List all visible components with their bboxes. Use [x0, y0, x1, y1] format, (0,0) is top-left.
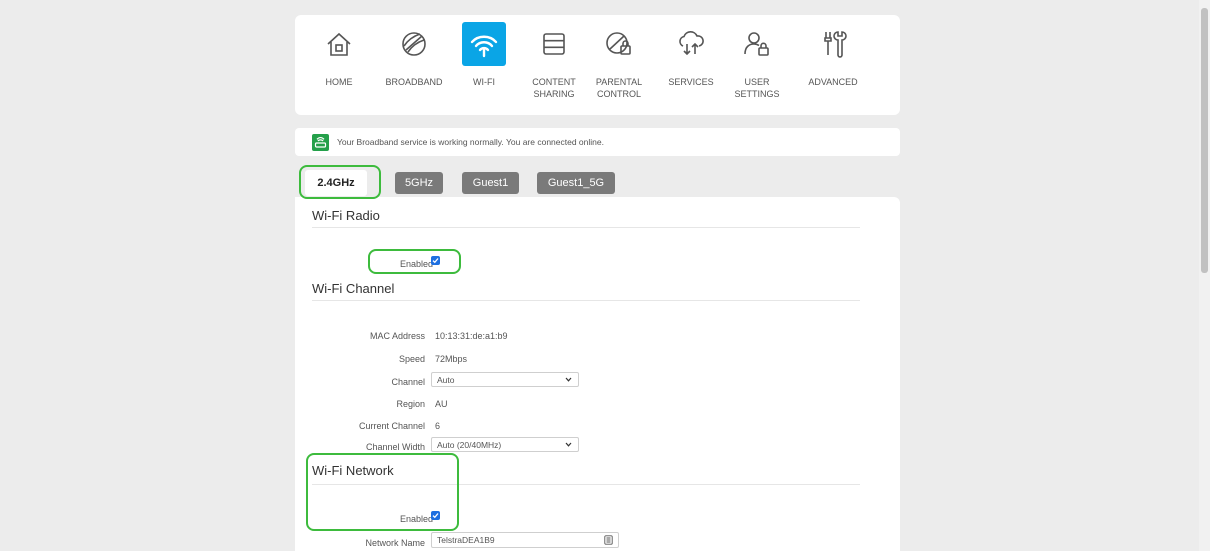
page-scrollbar[interactable]	[1199, 0, 1210, 551]
tools-icon	[811, 22, 855, 66]
nav-wifi-label: WI-FI	[473, 77, 495, 87]
mac-address-label: MAC Address	[369, 331, 425, 341]
network-name-input[interactable]: TelstraDEA1B9	[431, 532, 619, 548]
tab-guest1[interactable]: Guest1	[462, 172, 519, 194]
section-divider	[312, 227, 860, 228]
router-status-icon	[312, 133, 329, 151]
radio-enabled-label: Enabled	[399, 259, 433, 269]
network-enabled-label: Enabled	[399, 514, 433, 524]
channel-select-value: Auto	[437, 374, 455, 385]
nav-user-settings-label: USER SETTINGS	[734, 77, 780, 99]
nav-services[interactable]: SERVICES	[657, 22, 725, 112]
current-channel-value: 6	[435, 421, 441, 431]
tab-5ghz[interactable]: 5GHz	[395, 172, 443, 194]
channel-label: Channel	[391, 377, 425, 387]
wifi-radio-title: Wi-Fi Radio	[312, 208, 380, 223]
channel-select[interactable]: Auto	[431, 372, 579, 387]
tab-2-4ghz[interactable]: 2.4GHz	[305, 170, 367, 196]
nav-parental-control-label: PARENTAL CONTROL	[595, 77, 643, 99]
wifi-channel-title: Wi-Fi Channel	[312, 281, 395, 296]
radio-enabled-checkbox[interactable]	[431, 256, 440, 265]
home-icon	[317, 22, 361, 66]
nav-content-sharing-label: CONTENT SHARING	[532, 77, 576, 99]
current-channel-label: Current Channel	[358, 421, 425, 431]
wifi-network-title: Wi-Fi Network	[312, 463, 394, 478]
main-nav: HOME BROADBAND WI-FI CONTENT SHARING PAR…	[295, 15, 900, 115]
wifi-settings-panel: Wi-Fi Radio Enabled Wi-Fi Channel MAC Ad…	[295, 197, 900, 551]
nav-services-label: SERVICES	[668, 77, 714, 87]
nav-broadband[interactable]: BROADBAND	[380, 22, 448, 112]
channel-width-select-value: Auto (20/40MHz)	[437, 439, 502, 450]
speed-label: Speed	[398, 354, 425, 364]
tab-guest1-5g[interactable]: Guest1_5G	[537, 172, 615, 194]
storage-icon	[532, 22, 576, 66]
nav-wifi[interactable]: WI-FI	[450, 22, 518, 112]
mac-address-value: 10:13:31:de:a1:b9	[435, 331, 508, 341]
nav-advanced-label: ADVANCED	[808, 77, 858, 87]
network-name-value: TelstraDEA1B9	[437, 535, 495, 545]
region-value: AU	[435, 399, 448, 409]
nav-home[interactable]: HOME	[305, 22, 373, 112]
chevron-down-icon	[565, 377, 572, 382]
network-enabled-checkbox[interactable]	[431, 511, 440, 520]
channel-width-label: Channel Width	[365, 442, 425, 452]
user-lock-icon	[735, 22, 779, 66]
nav-parental-control[interactable]: PARENTAL CONTROL	[585, 22, 653, 112]
section-divider	[312, 300, 860, 301]
section-divider	[312, 484, 860, 485]
nav-content-sharing[interactable]: CONTENT SHARING	[520, 22, 588, 112]
keyboard-icon	[604, 535, 613, 545]
nav-home-label: HOME	[325, 77, 353, 87]
channel-width-select[interactable]: Auto (20/40MHz)	[431, 437, 579, 452]
nav-user-settings[interactable]: USER SETTINGS	[723, 22, 791, 112]
cloud-transfer-icon	[669, 22, 713, 66]
status-text: Your Broadband service is working normal…	[337, 137, 604, 147]
nav-broadband-label: BROADBAND	[385, 77, 443, 87]
connection-status-bar: Your Broadband service is working normal…	[295, 128, 900, 156]
parental-lock-icon	[597, 22, 641, 66]
nav-advanced[interactable]: ADVANCED	[799, 22, 867, 112]
network-name-label: Network Name	[365, 538, 425, 548]
region-label: Region	[396, 399, 425, 409]
wifi-icon	[462, 22, 506, 66]
speed-value: 72Mbps	[435, 354, 468, 364]
chevron-down-icon	[565, 442, 572, 447]
scrollbar-thumb[interactable]	[1201, 8, 1208, 273]
globe-icon	[392, 22, 436, 66]
